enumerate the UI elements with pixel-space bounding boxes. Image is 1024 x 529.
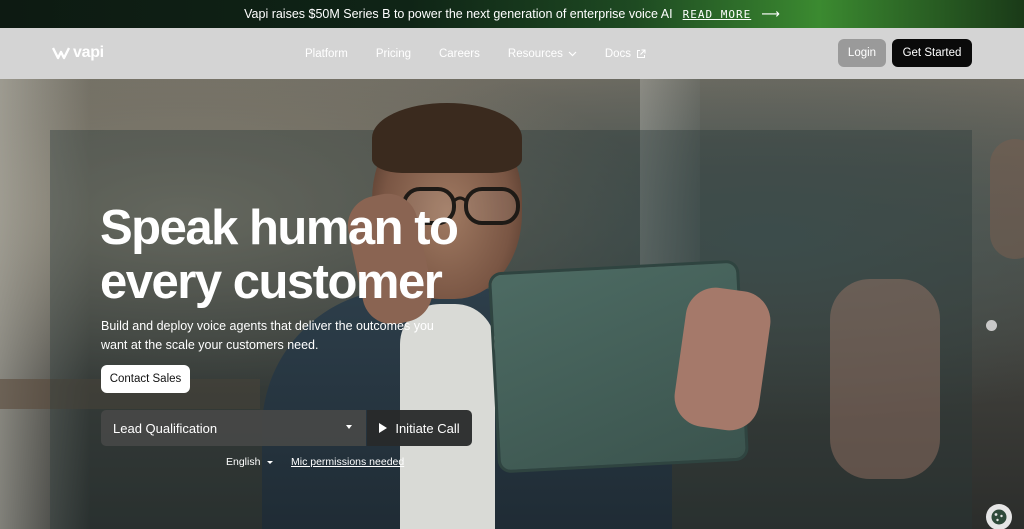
initiate-call-button[interactable]: Initiate Call — [367, 410, 472, 446]
nav-item-label: Resources — [507, 47, 563, 60]
play-icon — [379, 423, 388, 433]
nav-item-pricing[interactable]: Pricing — [376, 48, 411, 60]
nav-item-label: Pricing — [375, 47, 411, 60]
nav-item-platform[interactable]: Platform — [305, 48, 348, 60]
announcement-text: Vapi raises $50M Series B to power the n… — [244, 7, 673, 21]
headline-line-1: Speak human to — [100, 201, 459, 255]
nav-item-resources[interactable]: Resources — [508, 48, 577, 60]
nav-item-docs[interactable]: Docs — [605, 48, 646, 60]
vapi-logo-icon — [52, 47, 70, 60]
login-button[interactable]: Login — [838, 39, 886, 67]
language-value: English — [226, 456, 261, 468]
cookie-icon — [991, 509, 1007, 525]
chevron-down-icon — [568, 51, 577, 56]
external-link-icon — [637, 49, 646, 58]
hero-headline: Speak human to every customer — [100, 201, 520, 309]
scroll-dot — [986, 320, 997, 331]
use-case-select[interactable]: Lead Qualification — [101, 410, 366, 446]
reflection-hand — [830, 279, 940, 479]
nav-item-label: Docs — [604, 47, 632, 60]
read-more-link[interactable]: READ MORE — [683, 8, 752, 21]
nav-item-label: Platform — [305, 47, 348, 60]
caret-down-icon — [267, 460, 274, 464]
hero-subtext: Build and deploy voice agents that deliv… — [101, 319, 434, 352]
language-select[interactable]: English — [226, 456, 274, 468]
caret-down-icon — [346, 425, 352, 429]
contact-sales-button[interactable]: Contact Sales — [101, 365, 190, 393]
cookie-settings-button[interactable] — [986, 504, 1012, 529]
get-started-button[interactable]: Get Started — [892, 39, 972, 67]
select-value: Lead Qualification — [113, 420, 218, 436]
nav-item-label: Careers — [438, 47, 480, 60]
vapi-logo[interactable]: vapi — [52, 44, 104, 62]
announcement-bar: Vapi raises $50M Series B to power the n… — [0, 0, 1024, 28]
initiate-call-label: Initiate Call — [395, 420, 460, 436]
headline-line-2: every customer — [100, 255, 443, 309]
mic-permissions-link[interactable]: Mic permissions needed — [291, 456, 404, 468]
main-menu: Platform Pricing Careers Resources Docs — [305, 28, 674, 79]
logo-text: vapi — [73, 44, 104, 61]
arrow-right-icon[interactable]: ⟶ — [761, 6, 780, 22]
hero-section: Speak human to every customer Build and … — [0, 79, 1024, 529]
person-hair — [372, 103, 522, 173]
top-nav: vapi Platform Pricing Careers Resources … — [0, 28, 1024, 79]
reflection-head — [990, 139, 1024, 259]
nav-item-careers[interactable]: Careers — [439, 48, 480, 60]
